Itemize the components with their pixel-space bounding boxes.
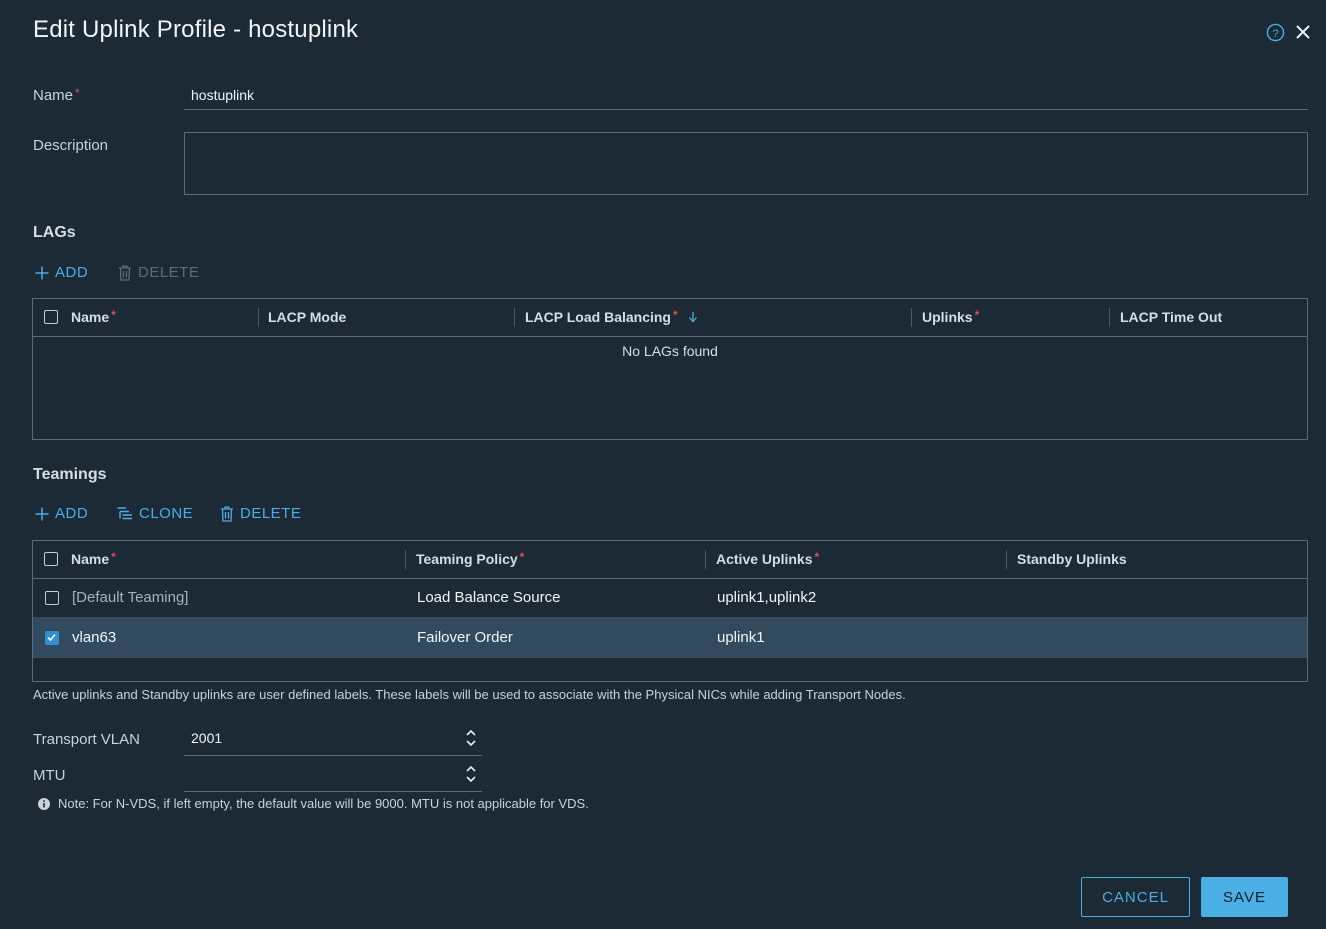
clone-icon — [117, 506, 132, 519]
trash-icon — [119, 265, 131, 281]
transport-vlan-label: Transport VLAN — [33, 731, 140, 748]
dialog-title: Edit Uplink Profile - hostuplink — [33, 16, 359, 43]
column-separator[interactable] — [405, 550, 406, 569]
teamings-section-title: Teamings — [33, 466, 107, 483]
required-marker: * — [111, 550, 116, 564]
plus-icon — [35, 266, 49, 279]
trash-icon — [221, 506, 233, 522]
lags-col-lacp-mode[interactable]: LACP Mode — [268, 299, 346, 336]
lags-section-title: LAGs — [33, 224, 76, 241]
required-marker: * — [814, 550, 820, 564]
column-separator[interactable] — [1006, 550, 1007, 569]
svg-text:?: ? — [1272, 28, 1278, 40]
column-separator[interactable] — [514, 308, 515, 327]
teamings-add-button[interactable]: ADD — [35, 505, 88, 522]
teaming-name-cell: vlan63 — [72, 629, 117, 646]
info-icon — [38, 797, 50, 810]
teamings-col-teaming-policy[interactable]: Teaming Policy * — [416, 541, 524, 578]
plus-icon — [35, 507, 49, 520]
teamings-col-standby-uplinks[interactable]: Standby Uplinks — [1017, 541, 1127, 578]
teamings-clone-label: CLONE — [139, 505, 194, 522]
name-input[interactable] — [184, 80, 1308, 110]
teamings-delete-button[interactable]: DELETE — [220, 505, 301, 522]
lags-select-all-checkbox[interactable] — [44, 310, 58, 324]
mtu-note-text: Note: For N-VDS, if left empty, the defa… — [58, 796, 589, 811]
lags-col-uplinks[interactable]: Uplinks * — [922, 299, 979, 336]
active-uplinks-cell: uplink1,uplink2 — [717, 589, 817, 606]
lags-col-name[interactable]: Name * — [71, 299, 116, 336]
cancel-button[interactable]: CANCEL — [1081, 877, 1190, 917]
uplinks-hint-text: Active uplinks and Standby uplinks are u… — [33, 687, 906, 702]
close-icon[interactable] — [1293, 22, 1313, 42]
teamings-grid: Name * Teaming Policy * Active Uplinks * St… — [32, 540, 1308, 682]
transport-vlan-input[interactable] — [184, 720, 482, 756]
lags-delete-label: DELETE — [138, 264, 200, 281]
teamings-select-all-checkbox[interactable] — [44, 552, 58, 566]
column-separator[interactable] — [911, 308, 912, 327]
description-textarea[interactable] — [184, 132, 1308, 195]
required-marker: * — [111, 308, 116, 322]
column-separator[interactable] — [705, 550, 706, 569]
column-separator[interactable] — [1109, 308, 1110, 327]
column-separator[interactable] — [258, 308, 259, 327]
mtu-label: MTU — [33, 767, 66, 784]
description-label: Description — [33, 137, 109, 154]
teaming-policy-cell: Load Balance Source — [417, 589, 561, 606]
required-marker: * — [519, 550, 525, 564]
table-row[interactable]: vlan63 Failover Order uplink1 — [33, 618, 1307, 657]
mtu-input[interactable] — [184, 756, 482, 792]
lags-grid: Name * LACP Mode LACP Load Balancing * Upl… — [32, 298, 1308, 440]
required-marker: * — [974, 308, 980, 322]
active-uplinks-cell: uplink1 — [717, 629, 765, 646]
teamings-col-active-uplinks[interactable]: Active Uplinks * — [716, 541, 819, 578]
teaming-policy-cell: Failover Order — [417, 629, 513, 646]
table-row[interactable]: [Default Teaming] Load Balance Source up… — [33, 578, 1307, 618]
required-marker: * — [75, 86, 80, 100]
lags-delete-button[interactable]: DELETE — [118, 264, 199, 281]
lags-grid-header: Name * LACP Mode LACP Load Balancing * Upl… — [33, 299, 1307, 337]
name-label: Name * — [33, 86, 80, 104]
checkmark-icon — [47, 633, 56, 642]
teamings-add-label: ADD — [55, 505, 89, 522]
mtu-note: Note: For N-VDS, if left empty, the defa… — [38, 796, 589, 811]
row-divider — [33, 657, 1307, 658]
spinner-arrows-icon[interactable] — [464, 727, 478, 749]
spinner-arrows-icon[interactable] — [464, 763, 478, 785]
lags-add-label: ADD — [55, 264, 89, 281]
teamings-col-name[interactable]: Name * — [71, 541, 116, 578]
teamings-delete-label: DELETE — [240, 505, 302, 522]
teamings-grid-header: Name * Teaming Policy * Active Uplinks * St… — [33, 541, 1307, 579]
row-checkbox[interactable] — [45, 631, 59, 645]
help-icon[interactable]: ? — [1266, 23, 1285, 42]
required-marker: * — [672, 308, 678, 322]
lags-empty-message: No LAGs found — [622, 343, 718, 359]
edit-uplink-profile-dialog: Edit Uplink Profile - hostuplink ? Name *… — [5, 0, 1326, 929]
teaming-name-cell: [Default Teaming] — [72, 589, 189, 606]
sort-arrow-down-icon[interactable] — [688, 311, 698, 323]
row-checkbox[interactable] — [45, 591, 59, 605]
lags-col-lacp-time-out[interactable]: LACP Time Out — [1120, 299, 1222, 336]
lags-col-lacp-load-balancing[interactable]: LACP Load Balancing * — [525, 299, 698, 336]
lags-add-button[interactable]: ADD — [35, 264, 88, 281]
save-button[interactable]: SAVE — [1201, 877, 1288, 917]
teamings-clone-button[interactable]: CLONE — [117, 505, 193, 522]
